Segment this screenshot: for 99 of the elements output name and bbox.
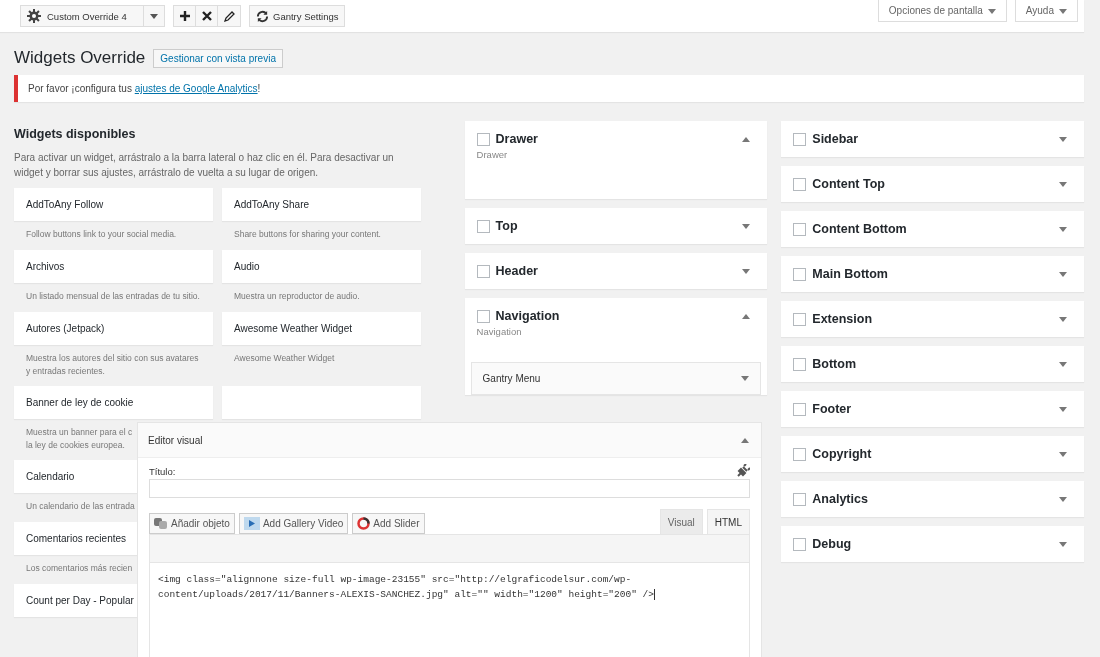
caret-icon xyxy=(1059,361,1067,367)
refresh-icon xyxy=(256,9,269,23)
title-input[interactable] xyxy=(149,479,750,498)
checkbox[interactable] xyxy=(793,492,807,506)
checkbox[interactable] xyxy=(793,312,807,326)
caret-icon xyxy=(1059,316,1067,322)
panel-title[interactable]: Content Top xyxy=(812,177,1053,191)
checkbox[interactable] xyxy=(793,537,807,551)
widget-item[interactable]: Gantry Menu xyxy=(470,362,762,395)
checkbox[interactable] xyxy=(793,177,807,191)
widget-title: Editor visual xyxy=(148,434,203,446)
media-button[interactable]: Añadir objeto xyxy=(149,513,235,534)
widget-item[interactable] xyxy=(222,386,421,419)
panel-title[interactable]: Footer xyxy=(812,402,1053,416)
checkbox[interactable] xyxy=(793,402,807,416)
widget-description: Muestra un banner para el c la ley de cookies europea. xyxy=(25,426,134,452)
panel-title[interactable]: Top xyxy=(495,219,737,233)
caret-icon xyxy=(1059,271,1067,277)
panel-title[interactable]: Copyright xyxy=(812,447,1053,461)
caret-icon xyxy=(1059,541,1067,547)
caret-icon xyxy=(1059,136,1067,142)
field-label: Título: xyxy=(149,466,176,477)
ring-icon xyxy=(357,517,371,530)
caret-icon xyxy=(741,437,749,443)
widget-description: Follow buttons link to your social media. xyxy=(25,228,178,241)
caret-icon xyxy=(741,376,750,381)
media-button[interactable]: Add Slider xyxy=(352,513,425,534)
widget-item[interactable]: AddToAny Follow xyxy=(14,188,213,221)
widget-item[interactable]: Archivos xyxy=(14,250,213,283)
panel-title[interactable]: Sidebar xyxy=(812,132,1053,146)
caret-icon xyxy=(742,223,751,229)
checkbox[interactable] xyxy=(476,309,490,323)
checkbox[interactable] xyxy=(476,219,490,233)
widget-description: Un calendario de las entrada xyxy=(25,500,136,513)
content-textarea[interactable]: <img class="alignnone size-full wp-image-23155" src="http://elgraficodelsur.com/wp-content/uploads/2017/11/Banners-ALEXIS-SANCHEZ.jpg" alt="" width="1200" height="200" /> xyxy=(149,563,750,657)
checkbox[interactable] xyxy=(793,222,807,236)
widget-item[interactable]: AddToAny Share xyxy=(222,188,421,221)
checkbox[interactable] xyxy=(793,357,807,371)
gear-icon xyxy=(27,9,41,23)
editor-tab[interactable]: Visual xyxy=(659,509,703,534)
notice-message: Por favor ¡configura tus ajustes de Google Analytics! xyxy=(14,75,1084,102)
override-select[interactable]: Custom Override 4 xyxy=(20,5,165,27)
media-button[interactable]: Add Gallery Video xyxy=(238,513,349,534)
caret-icon xyxy=(1059,496,1067,502)
panel-title[interactable]: Drawer xyxy=(495,132,737,146)
panel-description: Navigation xyxy=(475,326,523,339)
pencil-icon xyxy=(223,10,235,22)
widget-description: Awesome Weather Widget xyxy=(233,352,336,365)
widget-item[interactable]: Awesome Weather Widget xyxy=(222,312,421,345)
widget-description: Los comentarios más recien xyxy=(25,562,134,575)
panel-description: Drawer xyxy=(475,149,509,162)
panel-title[interactable]: Extension xyxy=(812,312,1053,326)
caret-icon xyxy=(1059,9,1067,14)
panel-title[interactable]: Analytics xyxy=(812,492,1053,506)
edit-button[interactable] xyxy=(218,6,240,26)
page-title: Widgets Override xyxy=(14,48,146,68)
widget-description: Share buttons for sharing your content. xyxy=(233,228,382,241)
checkbox[interactable] xyxy=(476,132,490,146)
screen-options-tab[interactable]: Ayuda xyxy=(1014,0,1078,22)
checkbox[interactable] xyxy=(793,267,807,281)
checkbox[interactable] xyxy=(793,132,807,146)
caret-icon xyxy=(742,136,751,142)
caret-icon xyxy=(742,268,751,274)
caret-icon xyxy=(150,13,158,19)
add-button[interactable] xyxy=(174,6,196,26)
media-icon xyxy=(154,517,168,530)
section-description: Para activar un widget, arrástralo a la barra lateral o haz clic en él. Para desactivar un widget y borrar sus ajustes, arrástralo de vuelta a su lugar de origen. xyxy=(14,151,395,180)
preview-button[interactable]: Gestionar con vista previa xyxy=(153,48,283,68)
editor-tab[interactable]: HTML xyxy=(706,509,750,534)
settings-link[interactable]: ajustes de Google Analytics xyxy=(134,83,258,94)
caret-icon xyxy=(1059,181,1067,187)
caret-icon xyxy=(1059,406,1067,412)
widget-description: Muestra los autores del sitio con sus avatares y entradas recientes. xyxy=(25,352,200,378)
close-icon xyxy=(201,11,212,21)
checkbox[interactable] xyxy=(476,264,490,278)
panel-title[interactable]: Content Bottom xyxy=(812,222,1053,236)
gantry-settings-button[interactable]: Gantry Settings xyxy=(249,5,346,27)
widget-item[interactable]: Autores (Jetpack) xyxy=(14,312,213,345)
panel-title[interactable]: Main Bottom xyxy=(812,267,1053,281)
panel-title[interactable]: Debug xyxy=(812,537,1053,551)
widget-item[interactable]: Audio xyxy=(222,250,421,283)
widget-description: Un listado mensual de las entradas de tu sitio. xyxy=(25,290,201,303)
caret-icon xyxy=(1059,451,1067,457)
plus-icon xyxy=(179,11,190,21)
section-title: Widgets disponibles xyxy=(14,127,137,141)
panel-title[interactable]: Navigation xyxy=(495,309,737,323)
widget-title: Gantry Menu xyxy=(482,373,541,384)
caret-icon xyxy=(742,313,751,319)
widget-description: Muestra un reproductor de audio. xyxy=(233,290,361,303)
widget-item[interactable]: Banner de ley de cookie xyxy=(14,386,213,419)
plug-icon[interactable] xyxy=(737,464,750,477)
caret-icon xyxy=(1059,226,1067,232)
video-icon xyxy=(243,517,260,530)
checkbox[interactable] xyxy=(793,447,807,461)
panel-title[interactable]: Header xyxy=(495,264,737,278)
delete-button[interactable] xyxy=(196,6,218,26)
caret-icon xyxy=(987,9,996,14)
screen-options-tab[interactable]: Opciones de pantalla xyxy=(877,0,1007,22)
panel-title[interactable]: Bottom xyxy=(812,357,1053,371)
